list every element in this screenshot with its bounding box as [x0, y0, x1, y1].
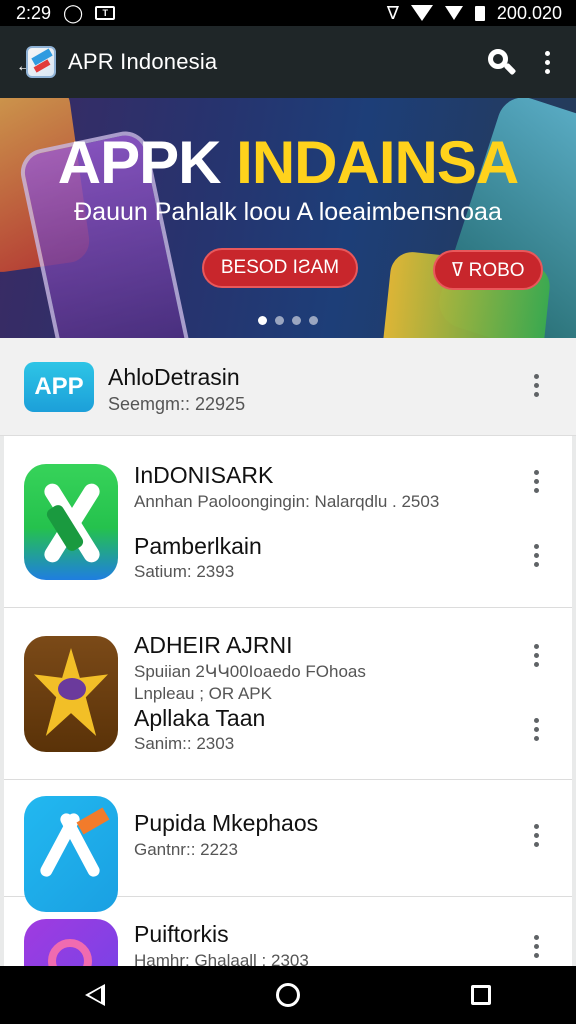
- vibrate-icon: ∇: [386, 2, 399, 23]
- featured-app-title: AhloDetrasin: [108, 364, 240, 390]
- app-logo-icon[interactable]: ←: [16, 43, 58, 81]
- item-more-button[interactable]: [534, 824, 539, 847]
- item-more-button[interactable]: [534, 544, 539, 567]
- app-icon: [24, 464, 118, 580]
- list-item[interactable]: Puiftorkis Hamhr: Ghalaall : 2303: [4, 897, 572, 966]
- more-vert-icon: [534, 935, 539, 958]
- search-icon: [487, 48, 517, 76]
- carousel-dot[interactable]: [309, 316, 318, 325]
- app-subtitle-secondary: Satium: 2393: [134, 562, 235, 581]
- back-icon[interactable]: [85, 984, 106, 1006]
- app-title: InDONISARK: [134, 462, 274, 488]
- banner-title-part2: INDAINSA: [236, 129, 519, 196]
- app-title-secondary: Pamberlkain: [134, 533, 262, 559]
- app-list: InDONISARK Annhan Paoloongingin: Nalarqd…: [4, 436, 572, 966]
- app-title: ADHEIR AJRNI: [134, 632, 293, 658]
- status-bar: 2:29 ◯ T ∇ 200.020: [0, 0, 576, 26]
- app-subtitle: Gantnr:: 2223: [134, 840, 238, 859]
- item-more-button[interactable]: [534, 644, 539, 667]
- notification-icon: T: [95, 6, 116, 20]
- list-item[interactable]: Pupida Mkephaos Gantnr:: 2223: [4, 780, 572, 912]
- app-subtitle-extra: Lnpleau ; OR APK: [134, 684, 272, 703]
- carousel-indicator: [0, 316, 576, 325]
- signal-icon: [444, 6, 463, 20]
- status-time: 2:29: [16, 2, 52, 23]
- featured-app-subtitle: Seemgm:: 22925: [108, 394, 246, 414]
- app-title: Pupida Mkephaos: [134, 810, 319, 836]
- status-right-text: 200.020: [496, 2, 562, 23]
- more-vert-icon: [534, 644, 539, 667]
- app-icon: APP: [24, 362, 94, 412]
- banner-subtitle: Đauun Pahlalk loou A loeaimbeпsnoaa: [74, 198, 502, 226]
- list-item[interactable]: ADHEIR AJRNI Spuiian 2ԿԿ00Ioaedo FOhoas …: [4, 608, 572, 780]
- item-more-button[interactable]: [534, 718, 539, 741]
- alarm-icon: ◯: [63, 2, 84, 23]
- app-icon: [24, 919, 118, 966]
- app-title-secondary: Apllaka Taan: [134, 705, 266, 731]
- list-item[interactable]: InDONISARK Annhan Paoloongingin: Nalarqd…: [4, 436, 572, 608]
- item-more-button[interactable]: [534, 935, 539, 958]
- app-title: APR Indonesia: [68, 49, 218, 74]
- carousel-dot[interactable]: [275, 316, 284, 325]
- overflow-menu-button[interactable]: [545, 50, 550, 74]
- more-vert-icon: [534, 824, 539, 847]
- app-icon: [24, 796, 118, 912]
- more-vert-icon: [545, 50, 550, 74]
- banner-primary-button[interactable]: BESOD IƧAM: [202, 248, 358, 288]
- app-title: Puiftorkis: [134, 921, 229, 947]
- app-subtitle: Hamhr: Ghalaall : 2303: [134, 951, 309, 966]
- banner-secondary-button[interactable]: ߜ ROBO: [433, 250, 543, 290]
- home-icon[interactable]: [275, 983, 300, 1007]
- app-subtitle: Annhan Paoloongingin: Nalarqdlu . 2503: [134, 492, 440, 511]
- carousel-dot[interactable]: [292, 316, 301, 325]
- more-vert-icon: [534, 544, 539, 567]
- recents-icon[interactable]: [470, 985, 491, 1005]
- search-button[interactable]: [487, 48, 517, 76]
- app-subtitle: Spuiian 2ԿԿ00Ioaedo FOhoas: [134, 662, 366, 681]
- battery-icon: [474, 5, 485, 21]
- app-icon: [24, 636, 118, 752]
- featured-more-button[interactable]: [534, 374, 539, 397]
- app-subtitle-secondary: Sanim:: 2303: [134, 734, 235, 753]
- more-vert-icon: [534, 718, 539, 741]
- more-vert-icon: [534, 374, 539, 397]
- more-vert-icon: [534, 470, 539, 493]
- banner-title: APPK INDAINSA: [0, 128, 576, 197]
- promo-banner[interactable]: APPK INDAINSA Đauun Pahlalk loou A loeai…: [0, 98, 576, 338]
- item-more-button[interactable]: [534, 470, 539, 493]
- banner-title-part1: APPK: [57, 129, 237, 196]
- system-nav-bar: [0, 966, 576, 1024]
- carousel-dot[interactable]: [258, 316, 267, 325]
- featured-app-card[interactable]: APP AhloDetrasin Seemgm:: 22925: [0, 338, 576, 436]
- app-bar: ← APR Indonesia: [0, 26, 576, 98]
- wifi-icon: [410, 5, 433, 21]
